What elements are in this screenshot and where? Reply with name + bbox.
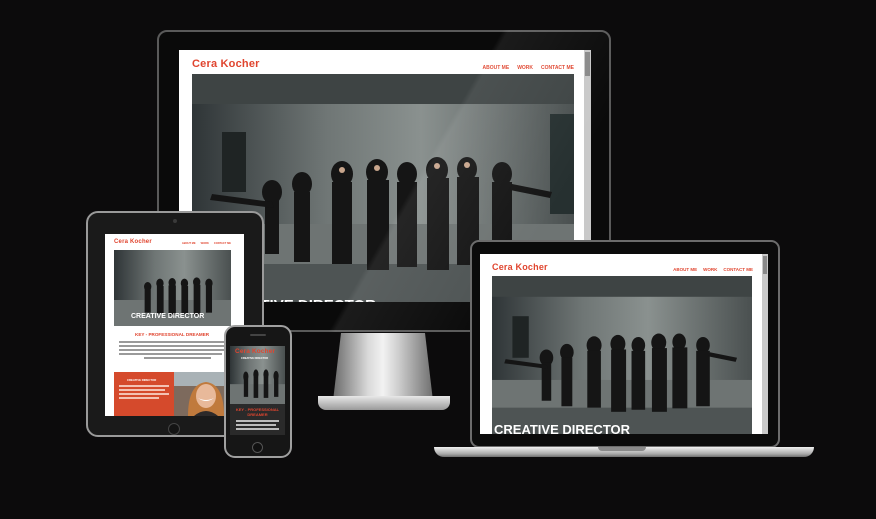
about-text (119, 341, 231, 361)
site-logo[interactable]: Cera Kocher (114, 239, 152, 245)
hero-title: CREATIVE DIRECTOR (131, 313, 205, 320)
site-nav: ABOUT ME WORK CONTACT ME (673, 267, 753, 272)
nav-work[interactable]: WORK (703, 267, 717, 272)
section-heading: KEY - PROFESSIONAL DREAMER (235, 407, 280, 417)
site-logo[interactable]: Cera Kocher (235, 348, 275, 355)
nav-work[interactable]: WORK (201, 242, 209, 245)
nav-contact-me[interactable]: CONTACT ME (541, 65, 574, 71)
tablet-home-button[interactable] (168, 423, 180, 435)
laptop-notch (598, 447, 646, 451)
hero-image (492, 276, 752, 434)
device-mockup-stage: Cera Kocher ABOUT ME WORK CONTACT ME Cer… (0, 0, 876, 519)
dancers-photo (492, 276, 752, 434)
nav-about-me[interactable]: ABOUT ME (182, 242, 196, 245)
tablet-camera (173, 219, 177, 223)
scrollbar[interactable] (762, 254, 768, 434)
laptop-site: Cera Kocher ABOUT ME WORK CONTACT ME CRE… (480, 254, 768, 434)
phone-speaker (250, 334, 266, 336)
scrollbar-thumb[interactable] (585, 52, 590, 76)
nav-about-me[interactable]: ABOUT ME (673, 267, 697, 272)
card-text (119, 385, 169, 401)
site-logo[interactable]: Cera Kocher (192, 58, 260, 70)
site-logo[interactable]: Cera Kocher (492, 262, 548, 272)
hero-title: CREATIVE DIRECTOR (241, 357, 269, 360)
section-heading: KEY - PROFESSIONAL DREAMER (135, 332, 210, 337)
phone-site: Cera Kocher CREATIVE DIRECTOR KEY - PROF… (230, 346, 285, 435)
nav-work[interactable]: WORK (517, 65, 533, 71)
nav-about-me[interactable]: ABOUT ME (483, 65, 510, 71)
monitor-stand (333, 333, 433, 401)
scrollbar-thumb[interactable] (763, 256, 767, 274)
nav-contact-me[interactable]: CONTACT ME (214, 242, 231, 245)
phone-home-button[interactable] (252, 442, 263, 453)
monitor-base (318, 396, 450, 410)
hero-title: CREATIVE DIRECTOR (494, 422, 631, 434)
site-nav: ABOUT ME WORK CONTACT ME (182, 242, 231, 245)
nav-contact-me[interactable]: CONTACT ME (723, 267, 753, 272)
site-nav: ABOUT ME WORK CONTACT ME (483, 65, 574, 71)
about-text (236, 420, 279, 432)
card-heading: CREATIVE DIRECTOR (127, 378, 157, 382)
